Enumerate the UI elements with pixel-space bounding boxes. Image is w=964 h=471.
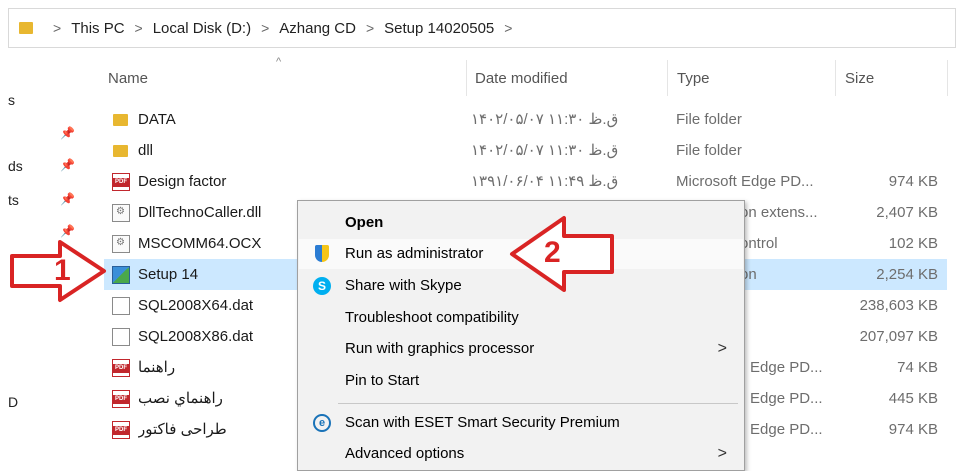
address-bar[interactable]: > This PC > Local Disk (D:) > Azhang CD …	[8, 8, 956, 48]
column-type-label: Type	[677, 69, 710, 87]
file-size: 102 KB	[888, 235, 938, 252]
menu-item-label: Run with graphics processor	[345, 340, 535, 357]
column-header-type[interactable]: Type	[667, 60, 835, 96]
pdf-icon	[112, 173, 130, 191]
shield-icon	[313, 245, 331, 263]
column-divider	[947, 60, 948, 96]
column-date-label: Date modified	[475, 69, 568, 87]
chevron-right-icon[interactable]: >	[261, 20, 269, 36]
nav-item-label[interactable]: ds	[8, 158, 23, 174]
breadcrumb-azhang-cd[interactable]: Azhang CD	[279, 20, 356, 37]
annotation-number-1: 1	[54, 254, 71, 287]
file-size: 445 KB	[888, 390, 938, 407]
eset-icon: e	[313, 414, 331, 432]
file-size: 2,407 KB	[876, 204, 938, 221]
breadcrumb-setup-folder[interactable]: Setup 14020505	[384, 20, 494, 37]
file-date: ۱۴۰۲/۰۵/۰۷ ق.ظ ۱۱:۳۰	[471, 111, 619, 128]
file-type: File folder	[676, 142, 742, 159]
table-row[interactable]: DATA ۱۴۰۲/۰۵/۰۷ ق.ظ ۱۱:۳۰ File folder	[104, 104, 947, 135]
folder-icon	[112, 111, 130, 129]
pdf-icon	[112, 421, 130, 439]
skype-icon: S	[313, 277, 331, 295]
sort-up-icon: ^	[276, 56, 282, 68]
menu-item-run-with-graphics-processor[interactable]: Run with graphics processor >	[299, 334, 743, 364]
menu-item-label: Scan with ESET Smart Security Premium	[345, 414, 620, 431]
file-size: 974 KB	[888, 421, 938, 438]
file-name: DATA	[138, 111, 176, 128]
dll-file-icon	[112, 204, 130, 222]
table-row[interactable]: Design factor ۱۳۹۱/۰۶/۰۴ ق.ظ ۱۱:۴۹ Micro…	[104, 166, 947, 197]
file-size: 238,603 KB	[859, 297, 938, 314]
column-header-size[interactable]: Size	[835, 60, 947, 96]
pdf-icon	[112, 390, 130, 408]
file-size: 974 KB	[888, 173, 938, 190]
file-name: Design factor	[138, 173, 227, 190]
nav-item-label[interactable]: s	[8, 92, 15, 108]
pin-icon: 📌	[60, 224, 75, 238]
menu-item-scan-with-eset[interactable]: e Scan with ESET Smart Security Premium	[299, 408, 743, 438]
menu-item-label: Share with Skype	[345, 277, 462, 294]
menu-item-troubleshoot-compatibility[interactable]: Troubleshoot compatibility	[299, 303, 743, 333]
file-size: 207,097 KB	[859, 328, 938, 345]
file-type: Microsoft Edge PD...	[676, 173, 814, 190]
column-header-name[interactable]: Name	[108, 60, 466, 96]
pdf-icon	[112, 359, 130, 377]
chevron-right-icon: >	[717, 340, 727, 357]
folder-icon	[112, 142, 130, 160]
pin-icon: 📌	[60, 192, 75, 206]
file-date: ۱۳۹۱/۰۶/۰۴ ق.ظ ۱۱:۴۹	[471, 173, 619, 190]
annotation-number-2: 2	[544, 236, 561, 269]
file-name: dll	[138, 142, 154, 159]
menu-item-label: Advanced options	[345, 445, 465, 462]
menu-item-advanced-options[interactable]: Advanced options >	[299, 439, 743, 469]
file-size	[834, 135, 938, 166]
file-icon	[112, 297, 130, 315]
file-size: 74 KB	[897, 359, 938, 376]
file-icon	[112, 328, 130, 346]
pin-icon: 📌	[60, 158, 75, 172]
column-header-date[interactable]: Date modified	[466, 60, 666, 96]
menu-item-label: Run as administrator	[345, 245, 484, 262]
menu-item-pin-to-start[interactable]: Pin to Start	[299, 366, 743, 396]
chevron-right-icon: >	[717, 445, 727, 462]
column-size-label: Size	[845, 69, 875, 87]
chevron-right-icon[interactable]: >	[504, 20, 512, 36]
annotation-arrow-2	[510, 216, 614, 292]
setup-icon	[112, 266, 130, 284]
ocx-file-icon	[112, 235, 130, 253]
breadcrumb-this-pc[interactable]: This PC	[71, 20, 124, 37]
file-name: راهنما	[138, 359, 176, 376]
file-type: File folder	[676, 111, 742, 128]
menu-separator	[338, 403, 738, 404]
nav-item-label[interactable]: ts	[8, 192, 19, 208]
file-date: ۱۴۰۲/۰۵/۰۷ ق.ظ ۱۱:۳۰	[471, 142, 619, 159]
file-size: 2,254 KB	[876, 266, 938, 283]
column-name-label: Name	[108, 69, 149, 87]
menu-item-label: Pin to Start	[345, 372, 420, 389]
chevron-right-icon[interactable]: >	[135, 20, 143, 36]
menu-item-label: Troubleshoot compatibility	[345, 309, 519, 326]
file-name: طراحی فاکتور	[138, 421, 227, 438]
table-row[interactable]: dll ۱۴۰۲/۰۵/۰۷ ق.ظ ۱۱:۳۰ File folder	[104, 135, 947, 166]
file-name: راهنماي نصب	[138, 390, 223, 407]
chevron-right-icon[interactable]: >	[366, 20, 374, 36]
chevron-right-icon[interactable]: >	[53, 20, 61, 36]
nav-item-label[interactable]: D	[8, 394, 18, 410]
pin-icon: 📌	[60, 126, 75, 140]
breadcrumb-local-disk[interactable]: Local Disk (D:)	[153, 20, 251, 37]
menu-item-label: Open	[345, 214, 384, 231]
folder-icon	[19, 20, 35, 36]
file-size	[834, 104, 938, 135]
